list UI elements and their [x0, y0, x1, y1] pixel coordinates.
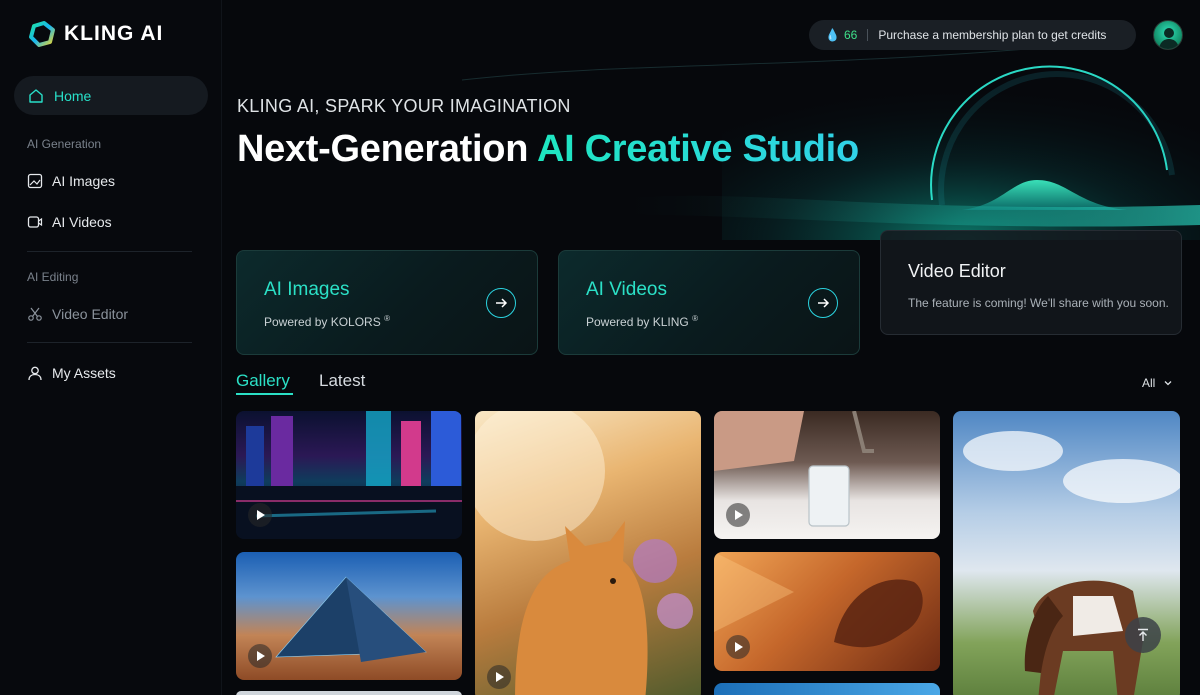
gallery-item-partial[interactable] — [236, 691, 462, 695]
credits-separator — [867, 29, 869, 41]
page-title-plain: Next-Generation — [237, 128, 537, 170]
tab-latest[interactable]: Latest — [319, 371, 365, 391]
user-icon — [28, 366, 42, 381]
avatar[interactable] — [1153, 20, 1183, 50]
card-description: The feature is coming! We'll share with … — [908, 296, 1169, 310]
registered-mark: ® — [384, 314, 390, 323]
filter-selected: All — [1142, 376, 1156, 390]
logo[interactable]: KLING AI — [28, 20, 163, 48]
gallery-item-city-night[interactable] — [236, 411, 462, 539]
ai-videos-card[interactable]: AI Videos Powered by KLING ® — [558, 250, 860, 355]
credit-drop-icon: 💧 — [825, 28, 840, 42]
sidebar-divider — [27, 342, 192, 343]
page-title: Next-Generation AI Creative Studio — [237, 128, 859, 171]
sidebar: KLING AI Home AI Generation AI Images AI… — [0, 0, 222, 695]
credits-banner[interactable]: 💧 66 Purchase a membership plan to get c… — [809, 20, 1136, 50]
hero-subtitle: KLING AI, SPARK YOUR IMAGINATION — [237, 96, 571, 116]
play-icon[interactable] — [726, 635, 750, 659]
card-title: AI Videos — [586, 279, 667, 300]
scissors-icon — [28, 307, 42, 321]
registered-mark: ® — [692, 314, 698, 323]
sidebar-item-label: AI Images — [52, 173, 116, 189]
page-title-accent: AI Creative Studio — [536, 128, 859, 170]
sidebar-item-label: Video Editor — [52, 306, 129, 322]
gallery-item-dragon[interactable] — [714, 552, 940, 671]
home-icon — [29, 88, 43, 103]
arrow-right-icon[interactable] — [808, 288, 838, 318]
card-subtitle: Powered by KOLORS ® — [264, 314, 390, 329]
sidebar-item-ai-images[interactable]: AI Images — [27, 173, 115, 189]
card-title: AI Images — [264, 279, 350, 300]
ai-images-card[interactable]: AI Images Powered by KOLORS ® — [236, 250, 538, 355]
sidebar-item-label: My Assets — [52, 365, 116, 381]
sidebar-item-label: Home — [54, 87, 92, 104]
kling-logo-icon — [29, 21, 55, 47]
scroll-to-top-button[interactable] — [1125, 617, 1161, 653]
card-subtitle-text: Powered by KOLORS — [264, 315, 381, 329]
credits-message: Purchase a membership plan to get credit… — [878, 28, 1107, 42]
play-icon[interactable] — [248, 644, 272, 668]
gallery-item-kitten[interactable] — [475, 411, 701, 695]
video-icon — [27, 216, 43, 228]
card-subtitle-text: Powered by KLING — [586, 315, 689, 329]
gallery-item-pyramid[interactable] — [236, 552, 462, 680]
tab-active-indicator — [236, 393, 293, 395]
kitten-image — [475, 411, 693, 695]
sidebar-section-generation: AI Generation — [27, 137, 102, 151]
sidebar-item-my-assets[interactable]: My Assets — [27, 365, 116, 381]
brand-name: KLING AI — [64, 22, 164, 45]
chevron-down-icon — [1164, 381, 1172, 386]
video-editor-card: Video Editor The feature is coming! We'l… — [880, 230, 1182, 335]
card-title: Video Editor — [908, 261, 1006, 281]
sidebar-item-label: AI Videos — [52, 214, 112, 230]
gallery-item-partial[interactable] — [714, 683, 940, 695]
arrow-up-icon — [1138, 628, 1148, 641]
play-icon[interactable] — [726, 503, 750, 527]
arrow-right-icon[interactable] — [486, 288, 516, 318]
tab-gallery[interactable]: Gallery — [236, 371, 290, 391]
sidebar-item-ai-videos[interactable]: AI Videos — [27, 214, 112, 230]
sidebar-item-home[interactable]: Home — [14, 76, 208, 115]
play-icon[interactable] — [248, 503, 272, 527]
sidebar-section-editing: AI Editing — [27, 270, 79, 284]
sidebar-item-video-editor[interactable]: Video Editor — [27, 306, 128, 322]
play-icon[interactable] — [487, 665, 511, 689]
credits-count: 66 — [843, 28, 858, 42]
gallery-item-glass[interactable] — [714, 411, 940, 539]
card-subtitle: Powered by KLING ® — [586, 314, 698, 329]
image-icon — [27, 173, 43, 189]
sidebar-divider — [27, 251, 192, 252]
filter-dropdown[interactable]: All — [1142, 376, 1173, 390]
